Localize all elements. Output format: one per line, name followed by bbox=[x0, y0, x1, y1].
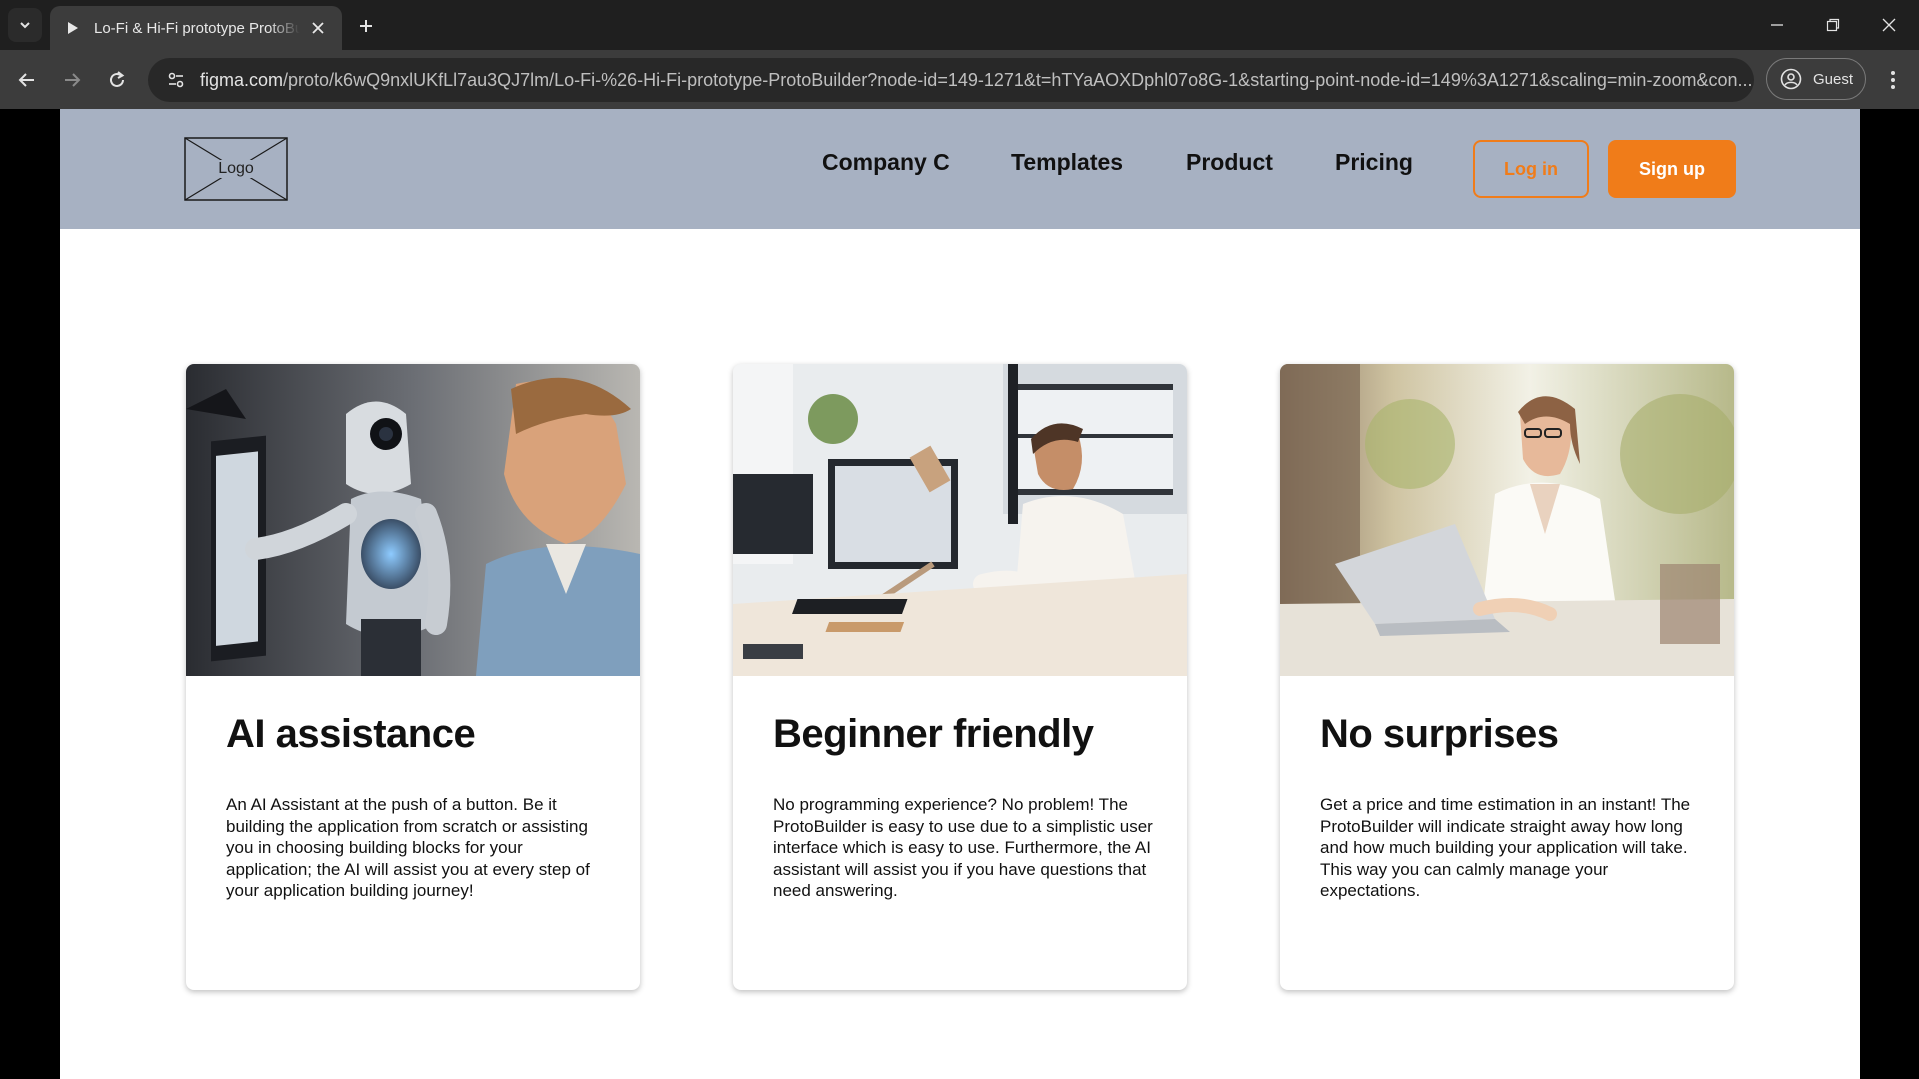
nav-templates[interactable]: Templates bbox=[1011, 149, 1123, 176]
nav-product[interactable]: Product bbox=[1186, 149, 1273, 176]
feature-card-beginner-friendly: Beginner friendly No programming experie… bbox=[733, 364, 1187, 990]
card-title: No surprises bbox=[1320, 712, 1559, 756]
minimize-button[interactable] bbox=[1749, 0, 1805, 50]
more-vertical-icon bbox=[1891, 71, 1895, 89]
new-tab-button[interactable] bbox=[352, 12, 380, 40]
site-header: Logo Company C Templates Product Pricing… bbox=[60, 109, 1860, 229]
site-settings-icon[interactable] bbox=[162, 66, 190, 94]
robot-and-man-photo bbox=[186, 364, 640, 676]
card-title: AI assistance bbox=[226, 712, 476, 756]
play-icon bbox=[64, 20, 80, 36]
url-text: figma.com/proto/k6wQ9nxlUKfLl7au3QJ7lm/L… bbox=[200, 70, 1752, 91]
arrow-left-icon bbox=[18, 73, 34, 87]
close-icon bbox=[1882, 18, 1896, 32]
woman-with-laptop-photo bbox=[1280, 364, 1734, 676]
nav-pricing[interactable]: Pricing bbox=[1335, 149, 1413, 176]
feature-card-ai-assistance: AI assistance An AI Assistant at the pus… bbox=[186, 364, 640, 990]
close-window-button[interactable] bbox=[1861, 0, 1917, 50]
card-body: Get a price and time estimation in an in… bbox=[1320, 795, 1691, 900]
logo-placeholder[interactable]: Logo bbox=[184, 137, 288, 201]
plus-icon bbox=[360, 20, 372, 32]
browser-toolbar: figma.com/proto/k6wQ9nxlUKfLl7au3QJ7lm/L… bbox=[0, 50, 1919, 109]
card-title: Beginner friendly bbox=[773, 712, 1094, 756]
card-body: An AI Assistant at the push of a button.… bbox=[226, 795, 590, 900]
restore-button[interactable] bbox=[1805, 0, 1861, 50]
man-at-desk-photo bbox=[733, 364, 1187, 676]
minimize-icon bbox=[1771, 24, 1783, 26]
url-path: /proto/k6wQ9nxlUKfLl7au3QJ7lm/Lo-Fi-%26-… bbox=[283, 69, 1753, 90]
browser-menu-button[interactable] bbox=[1876, 62, 1910, 98]
restore-icon bbox=[1826, 18, 1840, 32]
address-bar[interactable]: figma.com/proto/k6wQ9nxlUKfLl7au3QJ7lm/L… bbox=[148, 58, 1754, 102]
tab-search-button[interactable] bbox=[8, 8, 42, 42]
nav-company[interactable]: Company C bbox=[822, 149, 950, 176]
page-viewport: Logo Company C Templates Product Pricing… bbox=[60, 109, 1860, 1079]
login-button[interactable]: Log in bbox=[1473, 140, 1589, 198]
url-host: figma.com bbox=[200, 69, 284, 90]
browser-tab-bar: Lo-Fi & Hi-Fi prototype ProtoBuilder bbox=[0, 0, 1919, 50]
account-circle-icon bbox=[1779, 67, 1803, 91]
reload-button[interactable] bbox=[99, 62, 135, 98]
profile-button[interactable]: Guest bbox=[1766, 58, 1866, 100]
browser-tab[interactable]: Lo-Fi & Hi-Fi prototype ProtoBuilder bbox=[50, 6, 342, 50]
arrow-right-icon bbox=[65, 73, 81, 87]
forward-button[interactable] bbox=[54, 62, 90, 98]
feature-card-no-surprises: No surprises Get a price and time estima… bbox=[1280, 364, 1734, 990]
back-button[interactable] bbox=[9, 62, 45, 98]
close-tab-icon[interactable] bbox=[308, 18, 328, 38]
signup-button[interactable]: Sign up bbox=[1608, 140, 1736, 198]
profile-label: Guest bbox=[1813, 70, 1854, 88]
reload-icon bbox=[110, 71, 125, 87]
tab-title: Lo-Fi & Hi-Fi prototype ProtoBuilder bbox=[94, 19, 300, 37]
card-body: No programming experience? No problem! T… bbox=[773, 795, 1153, 900]
logo-label: Logo bbox=[216, 160, 256, 178]
chevron-down-icon bbox=[20, 22, 30, 29]
logo-label-wrap: Logo bbox=[184, 137, 288, 201]
